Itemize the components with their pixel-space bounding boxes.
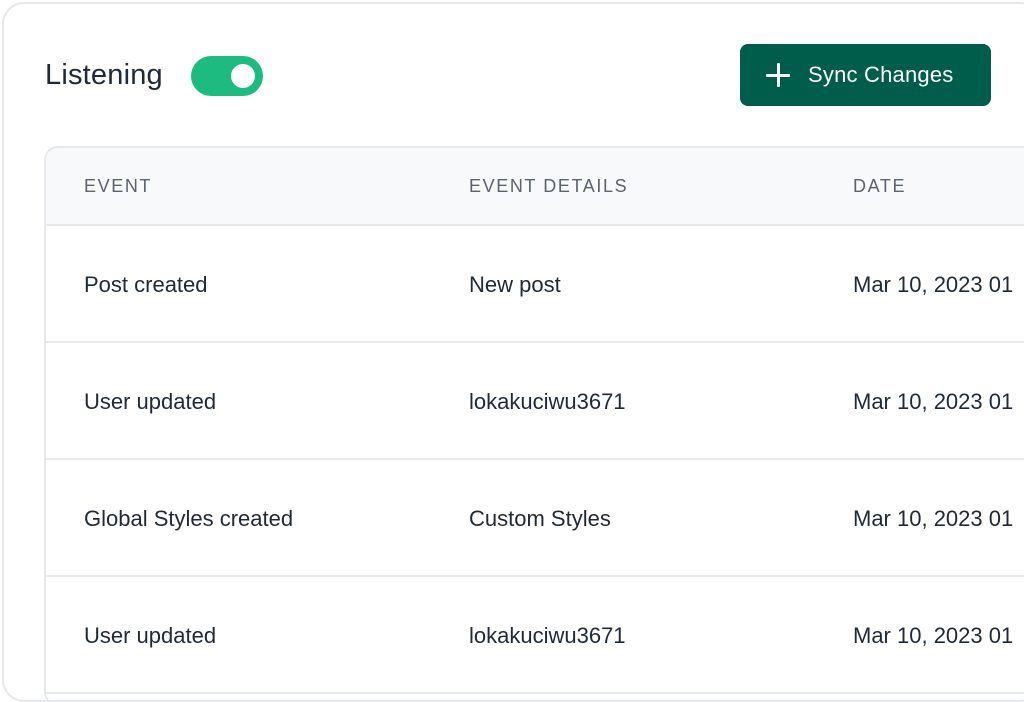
events-card: Listening Sync Changes EVENT EVENT DETAI…: [2, 2, 1024, 702]
column-header-event[interactable]: EVENT: [84, 176, 152, 197]
events-header: Listening Sync Changes: [4, 4, 1024, 144]
date-cell: Mar 10, 2023 01: [853, 623, 1014, 648]
event-cell: User updated: [84, 389, 217, 414]
table-header-row: EVENT EVENT DETAILS DATE: [46, 148, 1024, 226]
event-cell: User updated: [84, 623, 217, 648]
listening-toggle[interactable]: [191, 56, 263, 96]
event-details-cell: lokakuciwu3671: [469, 389, 626, 414]
events-table: EVENT EVENT DETAILS DATE Post created Ne…: [44, 146, 1024, 700]
table-row[interactable]: User updated lokakuciwu3671 Mar 10, 2023…: [46, 343, 1024, 460]
event-details-cell: lokakuciwu3671: [469, 623, 626, 648]
plus-icon: [766, 63, 790, 87]
toggle-knob: [231, 64, 255, 88]
event-details-cell: Custom Styles: [469, 506, 611, 531]
sync-changes-label: Sync Changes: [808, 62, 954, 87]
listening-label: Listening: [45, 59, 163, 91]
date-cell: Mar 10, 2023 01: [853, 272, 1014, 297]
event-cell: Post created: [84, 272, 208, 297]
table-row[interactable]: User updated lokakuciwu3671 Mar 10, 2023…: [46, 577, 1024, 694]
table-row[interactable]: Post created New post Mar 10, 2023 01: [46, 226, 1024, 343]
event-cell: Global Styles created: [84, 506, 294, 531]
date-cell: Mar 10, 2023 01: [853, 506, 1014, 531]
event-details-cell: New post: [469, 272, 561, 297]
column-header-date[interactable]: DATE: [853, 176, 906, 197]
sync-changes-button[interactable]: Sync Changes: [740, 44, 991, 106]
table-row[interactable]: Global Styles created Custom Styles Mar …: [46, 460, 1024, 577]
date-cell: Mar 10, 2023 01: [853, 389, 1014, 414]
column-header-event-details[interactable]: EVENT DETAILS: [469, 176, 628, 197]
